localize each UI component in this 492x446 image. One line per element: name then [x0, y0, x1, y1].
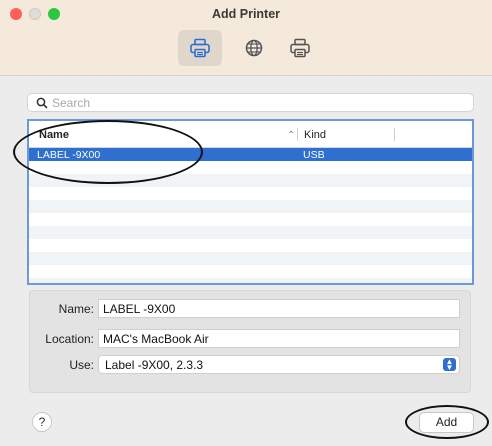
- chevron-up-down-icon: ▲ ▼: [443, 358, 456, 372]
- help-button[interactable]: ?: [32, 412, 52, 432]
- empty-row: [29, 265, 472, 278]
- printer-kind-cell: USB: [303, 149, 325, 161]
- title-bar: Add Printer: [0, 0, 492, 76]
- driver-select[interactable]: Label -9X00, 2.3.3 ▲ ▼: [98, 355, 460, 374]
- empty-row: [29, 239, 472, 252]
- search-placeholder: Search: [52, 96, 91, 110]
- column-header-kind[interactable]: Kind: [304, 129, 326, 141]
- sort-ascending-icon[interactable]: ⌃: [287, 130, 295, 141]
- location-label: Location:: [45, 332, 94, 346]
- window-title: Add Printer: [211, 7, 281, 21]
- empty-row: [29, 252, 472, 265]
- location-field[interactable]: MAC's MacBook Air: [98, 329, 460, 348]
- windows-printers-tab[interactable]: [278, 30, 322, 66]
- default-printer-icon: [190, 38, 210, 58]
- empty-row: [29, 200, 472, 213]
- empty-row: [29, 213, 472, 226]
- name-field[interactable]: LABEL -9X00: [98, 299, 460, 318]
- annotation-circle: [405, 405, 489, 439]
- search-input[interactable]: Search: [27, 93, 474, 112]
- name-label: Name:: [58, 302, 94, 316]
- empty-row: [29, 187, 472, 200]
- windows-printer-icon: [290, 38, 310, 58]
- search-icon: [36, 97, 48, 109]
- empty-row: [29, 278, 472, 283]
- printer-details-panel: Name: LABEL -9X00 Location: MAC's MacBoo…: [29, 290, 471, 393]
- driver-select-value: Label -9X00, 2.3.3: [105, 358, 204, 372]
- column-divider[interactable]: [297, 128, 298, 141]
- add-printer-window: Add Printer Search Name ⌃ Kind LABEL -9X…: [0, 0, 492, 446]
- annotation-circle: [13, 120, 203, 184]
- default-printers-tab[interactable]: [178, 30, 222, 66]
- ip-printers-tab[interactable]: [232, 30, 276, 66]
- column-divider[interactable]: [394, 128, 395, 141]
- use-label: Use:: [69, 358, 94, 372]
- ip-printer-icon: [245, 39, 263, 57]
- empty-row: [29, 226, 472, 239]
